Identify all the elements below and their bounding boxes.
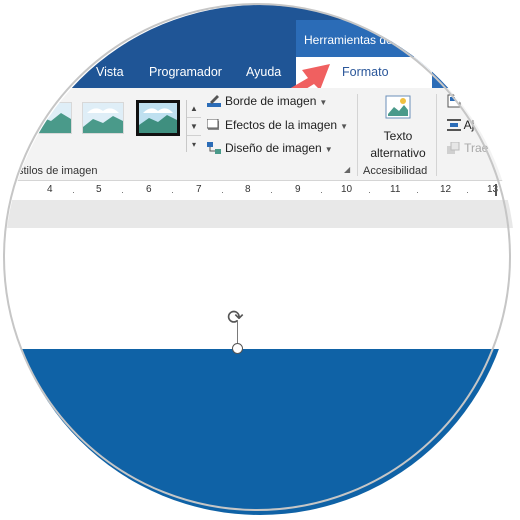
resize-handle[interactable] bbox=[232, 343, 243, 354]
context-title: Herramientas de bbox=[304, 33, 393, 47]
alt-text-button[interactable]: Texto alternativo bbox=[370, 94, 426, 161]
ruler-tick: · bbox=[171, 187, 174, 197]
wrap-text-button[interactable]: Aj bbox=[447, 118, 474, 132]
ruler-tick: · bbox=[72, 187, 75, 197]
ruler-tick: · bbox=[368, 187, 371, 197]
ruler-tick: · bbox=[270, 187, 273, 197]
group-label-accessibility: Accesibilidad bbox=[363, 165, 428, 177]
bring-forward-icon bbox=[447, 141, 460, 154]
tab-vista[interactable]: Vista bbox=[96, 65, 124, 79]
picture-style-thumb-image bbox=[83, 103, 123, 133]
ruler-label: 8 bbox=[245, 184, 251, 195]
bring-forward-label: Trae bbox=[464, 141, 489, 155]
tab-formato-label: Formato bbox=[342, 65, 389, 79]
gallery-up-arrow-icon[interactable]: ▲ bbox=[187, 100, 201, 118]
tab-programador[interactable]: Programador bbox=[149, 65, 222, 79]
ruler-tick: · bbox=[466, 187, 469, 197]
picture-layout-button[interactable]: Diseño de imagen ▼ bbox=[207, 141, 333, 155]
bring-forward-button[interactable]: Trae bbox=[447, 141, 488, 155]
picture-style-thumb[interactable] bbox=[82, 102, 124, 134]
alt-text-icon bbox=[385, 95, 411, 119]
context-tab-strip bbox=[432, 57, 515, 88]
ruler-label: 6 bbox=[146, 184, 152, 195]
group-separator bbox=[436, 94, 437, 176]
position-icon bbox=[447, 94, 461, 108]
gallery-more-icon[interactable]: ▾ bbox=[187, 136, 201, 153]
picture-effects-button[interactable]: Efectos de la imagen ▼ bbox=[207, 118, 348, 132]
picture-layout-label: Diseño de imagen bbox=[225, 141, 322, 155]
horizontal-ruler: 4 · 5 · 6 · 7 · 8 · 9 · 10 · 11 · 12 · 1… bbox=[5, 181, 515, 201]
gallery-scroll-controls: ▲ ▼ ▾ bbox=[186, 100, 201, 152]
alt-text-label-1: Texto bbox=[383, 129, 413, 143]
ruler-label: 5 bbox=[96, 184, 102, 195]
ruler-tick: · bbox=[320, 187, 323, 197]
title-bar bbox=[5, 5, 515, 57]
group-label-picture-styles: stilos de imagen bbox=[18, 165, 98, 177]
picture-border-button[interactable]: Borde de imagen ▼ bbox=[207, 94, 327, 108]
picture-style-thumb-selected[interactable] bbox=[136, 100, 180, 136]
ruler-label: 7 bbox=[196, 184, 202, 195]
rotate-handle-icon[interactable]: ⟳ bbox=[227, 305, 244, 330]
ruler-label: 11 bbox=[390, 184, 401, 195]
dialog-launcher-icon[interactable]: ◢ bbox=[344, 165, 350, 174]
alt-text-label-2: alternativo bbox=[370, 146, 426, 160]
chevron-down-icon: ▼ bbox=[319, 98, 328, 107]
picture-style-thumb-image bbox=[139, 103, 177, 133]
picture-effects-label: Efectos de la imagen bbox=[225, 118, 338, 132]
zoom-view: Herramientas de Vista Programador Ayuda … bbox=[5, 5, 515, 515]
ruler-tick: · bbox=[121, 187, 124, 197]
picture-style-thumb-image bbox=[31, 103, 71, 133]
pen-border-icon bbox=[207, 95, 221, 107]
chevron-down-icon: ▼ bbox=[324, 145, 333, 154]
document-page[interactable] bbox=[5, 228, 515, 349]
ruler-indent-marker[interactable] bbox=[495, 184, 497, 196]
position-button[interactable] bbox=[447, 94, 461, 111]
group-separator bbox=[357, 94, 358, 176]
selected-image[interactable] bbox=[5, 349, 515, 515]
layout-icon bbox=[207, 142, 221, 154]
ruler-label: 4 bbox=[47, 184, 53, 195]
chevron-down-icon: ▼ bbox=[340, 122, 348, 131]
picture-border-label: Borde de imagen bbox=[225, 94, 317, 108]
effects-icon bbox=[207, 119, 219, 130]
ruler-label: 10 bbox=[341, 184, 353, 195]
gallery-down-arrow-icon[interactable]: ▼ bbox=[187, 118, 201, 136]
ruler-tick: · bbox=[221, 187, 224, 197]
wrap-text-icon bbox=[447, 119, 461, 131]
wrap-text-label: Aj bbox=[463, 118, 475, 132]
picture-tools-header: Herramientas de bbox=[296, 20, 515, 57]
picture-style-thumb[interactable] bbox=[30, 102, 72, 134]
page-gutter bbox=[5, 200, 515, 228]
ruler-label: 12 bbox=[440, 184, 452, 195]
ruler-label: 9 bbox=[295, 184, 301, 195]
ruler-tick: · bbox=[416, 187, 419, 197]
